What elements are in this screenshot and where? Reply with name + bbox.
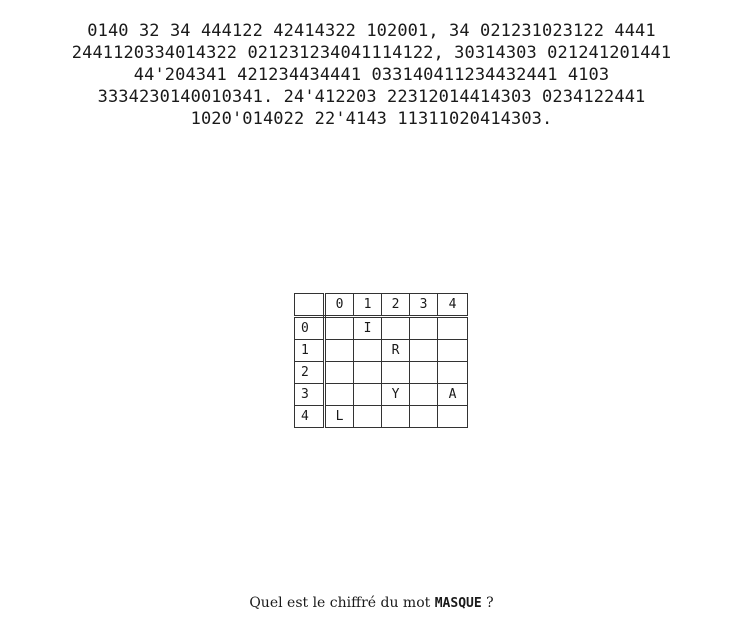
cipher-line: 2441120334014322 021231234041114122, 303… [71,43,672,63]
grid-cell [437,405,468,428]
grid-row-header: 0 [294,316,326,340]
cipher-line: 44'204341 421234434441 03314041123443244… [133,65,610,85]
grid-row: 1 R [294,339,468,362]
grid-cell [353,339,382,362]
grid-cell: L [324,405,354,428]
grid-cell [409,405,438,428]
grid-row-header: 4 [294,405,326,428]
grid-row-header: 1 [294,339,326,362]
grid-header-row: 0 1 2 3 4 [294,293,468,318]
question-word: MASQUE [434,596,482,611]
grid-cell [409,361,438,384]
grid-row: 0 I [294,316,468,340]
cipher-text: 0140 32 34 444122 42414322 102001, 34 02… [0,20,743,130]
grid-cell [353,361,382,384]
grid-row: 4 L [294,405,468,428]
grid-cell [381,361,410,384]
grid-corner-cell [294,293,326,318]
grid-cell: I [353,316,382,340]
grid-cell [437,316,468,340]
grid-cell [324,316,354,340]
polybius-grid: 0 1 2 3 4 0 I 1 R 2 3 Y A 4 L [294,293,468,428]
grid-cell [381,405,410,428]
grid-cell: R [381,339,410,362]
grid-cell [409,316,438,340]
grid-col-header: 4 [437,293,468,318]
cipher-line: 3334230140010341. 24'412203 223120144143… [97,87,646,107]
grid-cell: Y [381,383,410,406]
question-text: Quel est le chiffré du mot MASQUE ? [0,595,743,611]
grid-row: 2 [294,361,468,384]
grid-cell [324,361,354,384]
grid-cell [324,383,354,406]
grid-cell [437,361,468,384]
grid-cell [324,339,354,362]
grid-cell [409,339,438,362]
grid-cell [409,383,438,406]
grid-col-header: 0 [324,293,354,318]
cipher-line: 1020'014022 22'4143 11311020414303. [190,109,553,129]
grid-col-header: 3 [409,293,438,318]
question-prefix: Quel est le chiffré du mot [249,595,435,611]
grid-col-header: 1 [353,293,382,318]
grid-cell [437,339,468,362]
question-suffix: ? [481,595,494,611]
grid-row: 3 Y A [294,383,468,406]
polybius-grid-container: 0 1 2 3 4 0 I 1 R 2 3 Y A 4 L [294,293,468,428]
grid-col-header: 2 [381,293,410,318]
grid-row-header: 2 [294,361,326,384]
cipher-line: 0140 32 34 444122 42414322 102001, 34 02… [87,21,656,41]
grid-row-header: 3 [294,383,326,406]
grid-cell [381,316,410,340]
grid-cell [353,405,382,428]
grid-cell: A [437,383,468,406]
grid-cell [353,383,382,406]
